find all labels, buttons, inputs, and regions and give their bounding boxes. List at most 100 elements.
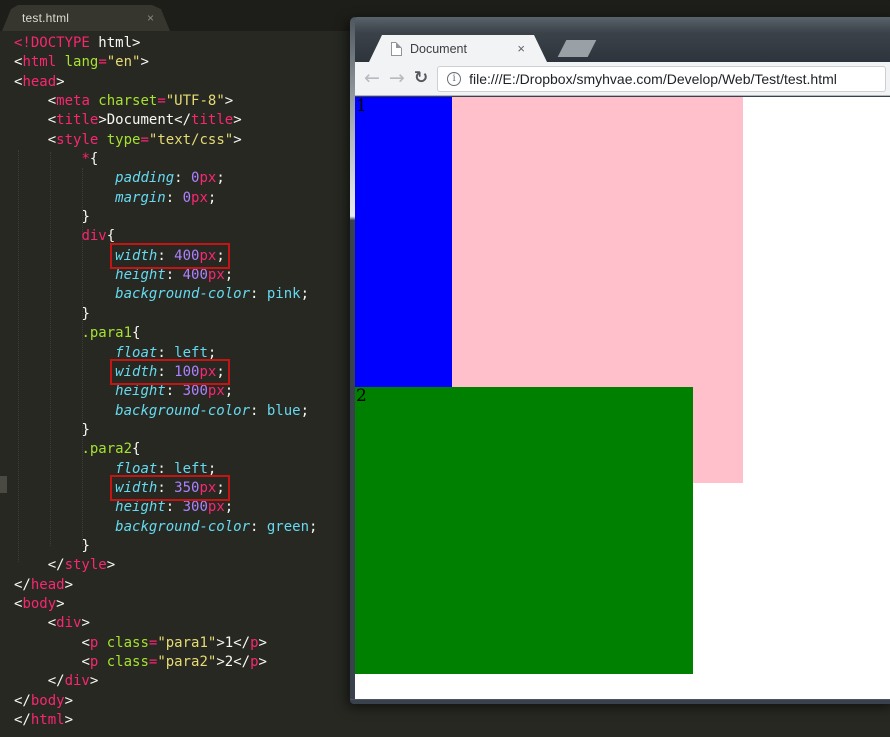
code-token: p	[250, 634, 259, 651]
code-line: .para2{	[14, 440, 350, 459]
forward-icon[interactable]: →	[389, 69, 405, 88]
code-token: background-color	[115, 402, 251, 419]
rendered-para2-green: 2	[355, 387, 693, 674]
code-token: width	[115, 363, 158, 380]
code-span: }	[81, 306, 89, 322]
code-token: </	[14, 712, 31, 729]
code-token: .para2	[81, 441, 133, 458]
code-span: height: 400px;	[115, 267, 233, 283]
code-span: <html lang="en">	[14, 54, 149, 70]
rendered-para1-blue: 1	[355, 97, 452, 387]
code-token: ;	[224, 499, 234, 516]
code-token: body	[22, 595, 57, 612]
code-span: <div>	[48, 615, 90, 631]
code-token: </	[47, 673, 65, 690]
code-token: ;	[216, 479, 225, 496]
code-token: div	[56, 615, 82, 632]
code-token: meta	[56, 93, 90, 110]
code-token: <	[81, 654, 90, 670]
code-token: "en"	[106, 54, 141, 71]
code-token: }	[81, 209, 90, 226]
code-line: background-color: green;	[14, 518, 350, 537]
code-line: }	[14, 208, 350, 227]
code-token: style	[64, 557, 107, 574]
annotation-redbox: width: 350px;	[110, 474, 230, 501]
code-token: </	[14, 692, 31, 709]
code-token: :	[157, 363, 175, 380]
browser-tab-close-icon[interactable]: ×	[517, 41, 525, 56]
code-token: =	[98, 54, 107, 71]
code-span: background-color: blue;	[115, 403, 309, 419]
code-token: >	[233, 131, 242, 148]
code-line: div{	[14, 227, 350, 246]
code-token: :	[157, 479, 175, 496]
code-token: =	[157, 93, 166, 110]
annotation-redbox: width: 100px;	[110, 358, 230, 385]
code-token: width	[115, 247, 158, 264]
code-token: <!DOCTYPE	[14, 35, 90, 51]
code-token: html	[22, 54, 57, 71]
code-span: <title>Document</title>	[48, 112, 242, 128]
code-token: left	[174, 344, 208, 361]
code-token: title	[191, 112, 234, 129]
code-token: :	[165, 499, 183, 516]
code-line: height: 400px;	[14, 266, 350, 285]
back-icon[interactable]: ←	[364, 69, 380, 88]
code-token: >1</	[216, 634, 251, 651]
code-token: ;	[207, 344, 217, 361]
code-token: 400	[182, 267, 208, 284]
code-span: <!DOCTYPE html>	[14, 35, 140, 51]
code-span: <body>	[14, 596, 65, 612]
code-token: :	[157, 344, 175, 361]
code-span: .para1{	[81, 325, 140, 341]
code-token: head	[30, 576, 65, 593]
code-line: height: 300px;	[14, 382, 350, 401]
code-span: </style>	[48, 557, 115, 573]
code-token: left	[174, 460, 208, 477]
code-token: :	[250, 286, 267, 303]
code-token: ;	[207, 460, 217, 477]
code-token: }	[81, 305, 90, 322]
rendered-page-viewport: 1 2	[355, 97, 890, 699]
code-line: </head>	[14, 576, 350, 595]
code-token: >Document</	[98, 112, 192, 129]
browser-toolbar: ← → ↻ i file:///E:/Dropbox/smyhvae.com/D…	[355, 62, 890, 96]
code-span: }	[81, 538, 89, 554]
code-token: lang	[56, 54, 99, 71]
code-token: </	[47, 557, 65, 574]
code-span: <style type="text/css">	[48, 132, 242, 148]
code-area[interactable]: <!DOCTYPE html> <html lang="en"> <head> <m…	[0, 31, 350, 730]
code-token: class	[98, 634, 149, 651]
code-token: width	[115, 479, 158, 496]
browser-tab-document[interactable]: Document ×	[369, 35, 547, 62]
code-token: 350	[174, 479, 200, 496]
address-bar[interactable]: i file:///E:/Dropbox/smyhvae.com/Develop…	[437, 65, 886, 92]
code-span: height: 300px;	[115, 499, 233, 515]
code-token: <	[47, 615, 57, 632]
reload-icon[interactable]: ↻	[414, 70, 428, 87]
code-token: 300	[182, 499, 208, 516]
editor-tab-label: test.html	[22, 11, 70, 25]
code-span: <head>	[14, 74, 65, 90]
info-icon[interactable]: i	[447, 71, 462, 86]
code-span: </html>	[14, 712, 73, 728]
editor-tab-close-icon[interactable]: ×	[147, 11, 154, 25]
code-span: </div>	[48, 673, 99, 689]
code-token: background-color	[115, 286, 251, 303]
code-token: float	[115, 344, 158, 361]
code-line: }	[14, 537, 350, 556]
code-token: :	[174, 170, 192, 187]
code-token: {	[106, 228, 116, 245]
code-token: 300	[182, 383, 208, 400]
code-token: >	[224, 93, 234, 110]
code-token: background-color	[115, 518, 251, 535]
code-line: <meta charset="UTF-8">	[14, 92, 350, 111]
code-line: width: 400px;	[14, 242, 350, 269]
code-token: :	[165, 383, 183, 400]
code-token: =	[140, 131, 149, 148]
code-line: .para1{	[14, 324, 350, 343]
code-token: height	[115, 499, 166, 516]
editor-tab-test-html[interactable]: test.html ×	[2, 5, 170, 31]
code-line: <html lang="en">	[14, 53, 350, 72]
code-token: 100	[174, 363, 200, 380]
